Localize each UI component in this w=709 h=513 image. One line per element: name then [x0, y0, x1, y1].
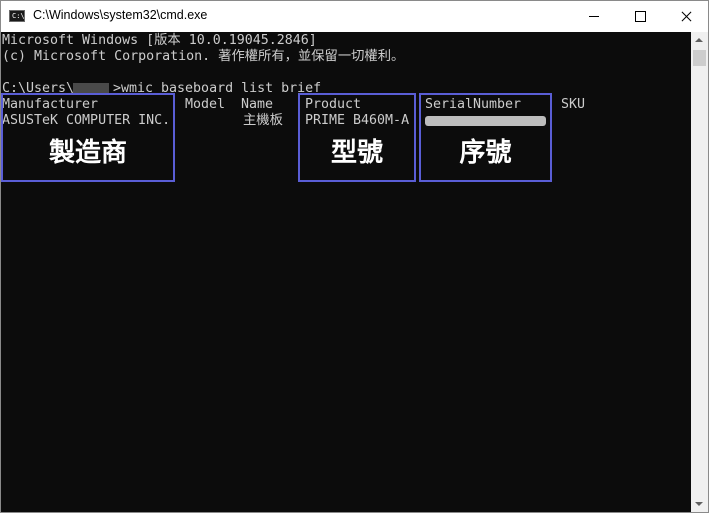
- scroll-up-arrow-icon: [695, 38, 703, 42]
- minimize-button[interactable]: [571, 1, 617, 32]
- cmd-window: C:\ C:\Windows\system32\cmd.exe Microsof…: [0, 0, 709, 513]
- close-button[interactable]: [663, 1, 709, 32]
- cmd-icon[interactable]: C:\: [9, 10, 25, 22]
- minimize-icon: [589, 16, 599, 17]
- console-line-copyright: (c) Microsoft Corporation. 著作權所有，並保留一切權利…: [2, 49, 405, 64]
- cmd-icon-text: C:\: [12, 12, 25, 20]
- scroll-down-arrow-icon: [695, 502, 703, 506]
- header-sku: SKU: [561, 97, 586, 112]
- scroll-down-button[interactable]: [691, 495, 708, 512]
- title-bar[interactable]: C:\ C:\Windows\system32\cmd.exe: [1, 1, 708, 32]
- annotation-label-product: 型號: [330, 138, 383, 168]
- window-title: C:\Windows\system32\cmd.exe: [33, 8, 208, 22]
- console-line-version: Microsoft Windows [版本 10.0.19045.2846]: [2, 33, 317, 48]
- vertical-scrollbar[interactable]: [691, 32, 708, 512]
- header-model: Model: [185, 97, 226, 112]
- annotation-label-serial: 序號: [459, 138, 512, 168]
- maximize-icon: [635, 11, 646, 22]
- console-output[interactable]: Microsoft Windows [版本 10.0.19045.2846] (…: [1, 32, 691, 512]
- scroll-up-button[interactable]: [691, 32, 708, 49]
- header-name: Name: [241, 97, 274, 112]
- value-name: 主機板: [243, 113, 283, 128]
- scroll-thumb[interactable]: [693, 50, 706, 66]
- maximize-button[interactable]: [617, 1, 663, 32]
- annotation-label-manufacturer: 製造商: [48, 138, 127, 168]
